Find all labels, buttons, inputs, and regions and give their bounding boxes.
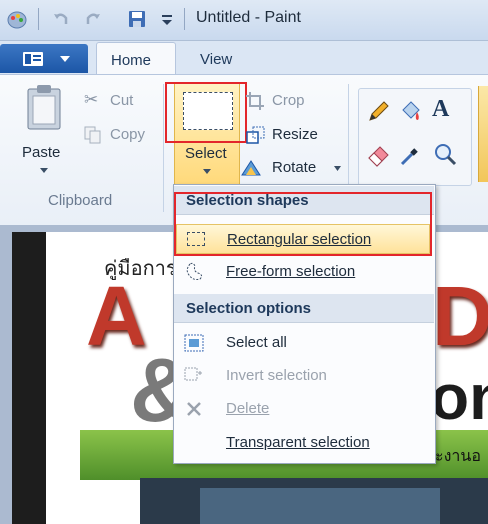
free-form-selection-icon [186,262,203,280]
image-on-text: on [430,361,488,433]
menu-item-delete[interactable]: Delete [176,395,428,423]
customize-quick-access-icon[interactable] [158,10,176,28]
brushes-button-partial[interactable] [478,86,488,182]
resize-button[interactable]: Resize [246,124,326,146]
save-icon[interactable] [128,10,146,28]
color-picker-icon[interactable] [398,142,424,168]
menu-item-delete-label: Delete [226,400,270,417]
tab-home-label: Home [111,52,152,69]
image-big-d: D [432,269,488,363]
undo-icon[interactable] [52,10,70,28]
title-bar: Untitled - Paint [0,0,488,41]
menu-item-transparent-selection-label: Transparent selection [226,434,370,451]
menu-item-free-form-selection[interactable]: Free-form selection [176,258,428,286]
cut-label: Cut [110,92,134,109]
select-all-icon [184,334,204,352]
menu-item-free-form-selection-label: Free-form selection [226,263,356,280]
copy-button[interactable]: Copy [84,124,154,146]
clipboard-group-label: Clipboard [48,192,113,209]
menu-header-selection-options-label: Selection options [186,300,312,317]
menu-item-transparent-selection[interactable]: Transparent selection [176,429,428,457]
crop-button[interactable]: Crop [246,90,326,112]
crop-label: Crop [272,92,305,109]
paste-button[interactable]: Paste [18,84,74,184]
paste-label: Paste [22,144,61,161]
eraser-icon[interactable] [366,142,392,168]
invert-selection-icon [184,367,202,381]
paint-app-icon[interactable] [6,9,28,31]
menu-item-invert-selection[interactable]: Invert selection [176,362,428,390]
copy-label: Copy [110,126,146,143]
chevron-down-icon [60,56,70,62]
delete-icon [187,402,201,416]
resize-icon [246,126,265,144]
magnifier-icon[interactable] [432,142,458,168]
menu-item-invert-selection-label: Invert selection [226,367,327,384]
rotate-dropdown-icon [334,166,341,171]
file-menu-button[interactable] [0,44,88,73]
window-title: Untitled - Paint [196,9,301,26]
resize-label: Resize [272,126,318,143]
cut-button[interactable]: ✂ Cut [84,90,154,112]
pencil-icon[interactable] [366,98,392,124]
menu-item-select-all[interactable]: Select all [176,329,428,357]
rotate-label: Rotate [272,159,317,176]
redo-icon[interactable] [84,10,102,28]
rotate-button[interactable]: Rotate [240,157,341,179]
paste-dropdown-icon [40,168,48,173]
tab-view[interactable]: View [200,51,232,68]
select-label: Select [185,145,227,162]
image-thai-banner-text: ะงานอ [435,448,481,465]
select-highlight-box [165,82,247,143]
crop-icon [246,92,264,110]
image-dark-edge [12,232,46,524]
file-menu-icon [23,52,43,66]
paste-icon [27,85,61,130]
menu-header-selection-options: Selection options [174,294,434,323]
tab-home[interactable]: Home [96,42,176,76]
rotate-icon [241,160,261,176]
menu-item-select-all-label: Select all [226,334,287,351]
scissors-icon: ✂ [84,90,99,109]
copy-icon [84,126,101,144]
selection-shapes-highlight-box [174,192,432,256]
text-tool-icon[interactable]: A [432,96,449,123]
image-photo-window [200,488,440,524]
fill-bucket-icon[interactable] [398,98,424,124]
group-separator [163,84,164,212]
select-dropdown-icon [203,169,211,174]
